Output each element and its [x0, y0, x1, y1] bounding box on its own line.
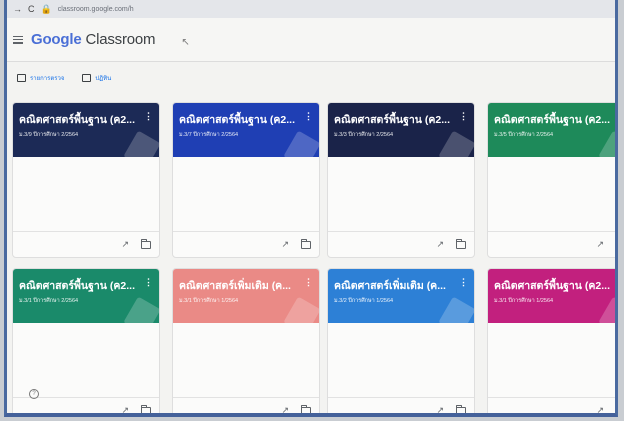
class-title[interactable]: คณิตศาสตร์พื้นฐาน (ค2...: [334, 111, 462, 128]
class-card-header[interactable]: คณิตศาสตร์เพิ่มเติม (ค... ม.3/1 ปีการศึกษ…: [173, 269, 319, 323]
class-card-header[interactable]: คณิตศาสตร์เพิ่มเติม (ค... ม.3/2 ปีการศึกษ…: [328, 269, 474, 323]
folder-icon[interactable]: [616, 407, 618, 415]
more-options-icon[interactable]: ⋮: [144, 277, 153, 288]
class-title[interactable]: คณิตศาสตร์เพิ่มเติม (ค...: [179, 277, 307, 294]
class-title[interactable]: คณิตศาสตร์พื้นฐาน (ค2...: [494, 111, 615, 128]
app-title[interactable]: Google Classroom: [31, 31, 156, 48]
todo-link[interactable]: รายการตรวจ: [17, 73, 64, 83]
class-card-body: [488, 323, 615, 397]
folder-icon[interactable]: [140, 404, 151, 413]
trending-icon[interactable]: ↗: [596, 405, 604, 413]
more-options-icon[interactable]: ⋮: [144, 111, 153, 122]
trending-icon[interactable]: ↗: [121, 239, 129, 250]
back-icon[interactable]: →: [13, 4, 22, 14]
class-card-footer: ↗: [488, 231, 618, 257]
class-card-body: [488, 157, 615, 231]
class-title[interactable]: คณิตศาสตร์พื้นฐาน (ค2...: [19, 277, 147, 294]
class-card[interactable]: คณิตศาสตร์พื้นฐาน (ค2... ม.3/7 ปีการศึกษา…: [172, 102, 320, 258]
class-card[interactable]: คณิตศาสตร์พื้นฐาน (ค2... ม.3/3 ปีการศึกษา…: [327, 102, 475, 258]
class-title[interactable]: คณิตศาสตร์พื้นฐาน (ค2...: [19, 111, 147, 128]
class-card-header[interactable]: คณิตศาสตร์พื้นฐาน (ค2... ม.3/7 ปีการศึกษา…: [173, 103, 319, 157]
calendar-link[interactable]: ปฏิทิน: [82, 73, 111, 83]
class-card-footer: ↗: [328, 397, 474, 413]
subnav: รายการตรวจ ปฏิทิน: [7, 62, 615, 94]
menu-icon[interactable]: [13, 35, 23, 44]
class-title[interactable]: คณิตศาสตร์พื้นฐาน (ค2...: [179, 111, 307, 128]
class-card-header[interactable]: คณิตศาสตร์พื้นฐาน (ค2... ม.3/9 ปีการศึกษา…: [13, 103, 159, 157]
brand-google: Google: [31, 31, 82, 48]
folder-icon[interactable]: [300, 238, 311, 249]
folder-icon[interactable]: [300, 404, 311, 413]
folder-icon[interactable]: [455, 238, 466, 249]
lock-icon: 🔒: [40, 3, 52, 14]
folder-icon[interactable]: [616, 241, 618, 249]
class-card-body: [13, 157, 159, 231]
class-subtitle: ม.3/1 ปีการศึกษา 1/2564: [494, 298, 554, 304]
more-options-icon[interactable]: ⋮: [304, 277, 313, 288]
class-card[interactable]: คณิตศาสตร์เพิ่มเติม (ค... ม.3/1 ปีการศึกษ…: [172, 268, 320, 413]
calendar-icon: [82, 74, 92, 82]
class-card-body: [328, 157, 474, 231]
folder-icon[interactable]: [140, 238, 151, 249]
class-card-header[interactable]: คณิตศาสตร์พื้นฐาน (ค2... ม.3/5 ปีการศึกษา…: [488, 103, 615, 157]
help-icon[interactable]: ?: [29, 389, 39, 399]
class-card-footer: ↗: [13, 397, 159, 413]
class-card-header[interactable]: คณิตศาสตร์พื้นฐาน (ค2... ม.3/1 ปีการศึกษา…: [13, 269, 159, 323]
checklist-icon: [17, 74, 26, 82]
trending-icon[interactable]: ↗: [281, 405, 289, 413]
trending-icon[interactable]: ↗: [436, 405, 444, 413]
class-card-header[interactable]: คณิตศาสตร์พื้นฐาน (ค2... ม.3/3 ปีการศึกษา…: [328, 103, 474, 157]
reload-icon[interactable]: C: [28, 4, 35, 14]
class-card-body: [328, 323, 474, 397]
screen: → C 🔒 classroom.google.com/h Google Clas…: [4, 0, 618, 417]
more-options-icon[interactable]: ⋮: [459, 277, 468, 288]
trending-icon[interactable]: ↗: [121, 405, 129, 413]
more-options-icon[interactable]: ⋮: [304, 111, 313, 122]
address-bar[interactable]: classroom.google.com/h: [58, 6, 134, 13]
brand-product: Classroom: [85, 31, 156, 48]
class-subtitle: ม.3/5 ปีการศึกษา 2/2564: [494, 132, 554, 138]
class-card[interactable]: คณิตศาสตร์พื้นฐาน (ค2... ม.3/5 ปีการศึกษา…: [487, 102, 618, 258]
calendar-label: ปฏิทิน: [95, 76, 112, 82]
trending-icon[interactable]: ↗: [281, 239, 289, 250]
folder-icon[interactable]: [455, 404, 466, 413]
trending-icon[interactable]: ↗: [436, 239, 444, 250]
class-title[interactable]: คณิตศาสตร์เพิ่มเติม (ค...: [334, 277, 462, 294]
class-card[interactable]: คณิตศาสตร์เพิ่มเติม (ค... ม.3/2 ปีการศึกษ…: [327, 268, 475, 413]
class-card-body: [13, 323, 159, 397]
browser-toolbar: → C 🔒 classroom.google.com/h: [7, 0, 615, 18]
class-card-footer: ↗: [173, 397, 319, 413]
class-card-body: [173, 323, 319, 397]
app-header: Google Classroom ↖: [7, 18, 615, 62]
class-card[interactable]: คณิตศาสตร์พื้นฐาน (ค2... ม.3/1 ปีการศึกษา…: [487, 268, 618, 415]
mouse-cursor-icon: ↖: [181, 37, 190, 48]
class-card[interactable]: คณิตศาสตร์พื้นฐาน (ค2... ม.3/9 ปีการศึกษา…: [12, 102, 160, 258]
class-card-footer: ↗: [173, 231, 319, 257]
class-card-footer: ↗: [488, 397, 618, 415]
class-card-body: [173, 157, 319, 231]
class-card-header[interactable]: คณิตศาสตร์พื้นฐาน (ค2... ม.3/1 ปีการศึกษา…: [488, 269, 615, 323]
todo-label: รายการตรวจ: [30, 76, 65, 82]
class-card-footer: ↗: [328, 231, 474, 257]
trending-icon[interactable]: ↗: [596, 239, 604, 250]
class-title[interactable]: คณิตศาสตร์พื้นฐาน (ค2...: [494, 277, 615, 294]
class-card-footer: ↗: [13, 231, 159, 257]
more-options-icon[interactable]: ⋮: [459, 111, 468, 122]
